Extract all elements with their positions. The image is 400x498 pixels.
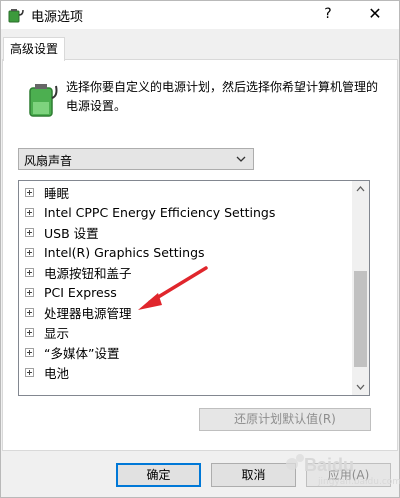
expand-plus-icon[interactable] [25,247,34,257]
power-plan-value: 风扇声音 [24,154,73,168]
restore-defaults-button[interactable]: 还原计划默认值(R) [199,408,371,431]
tree-item-label: 电源按钮和盖子 [44,265,132,281]
expand-plus-icon[interactable] [25,267,34,277]
plan-description: 选择你要自定义的电源计划，然后选择你希望计算机管理的电源设置。 [66,80,379,113]
tree-item-label: “多媒体”设置 [44,345,120,361]
expand-plus-icon[interactable] [25,187,34,197]
tree-item[interactable]: PCI Express [25,282,117,302]
power-options-app-icon [8,9,24,23]
tree-item[interactable]: 睡眠 [25,182,69,202]
ok-button[interactable]: 确定 [116,463,201,487]
tree-item-label: Intel CPPC Energy Efficiency Settings [44,204,276,220]
tree-item-label: 处理器电源管理 [44,305,132,321]
expand-plus-icon[interactable] [25,307,34,317]
tree-item[interactable]: 电池 [25,362,69,382]
tree-item-label: 电池 [44,365,70,381]
expand-plus-icon[interactable] [25,327,34,337]
window-title: 电源选项 [31,10,84,25]
tree-item-label: Intel(R) Graphics Settings [44,244,205,260]
battery-plan-icon [29,84,58,117]
watermark-brand: Baidu [304,455,355,475]
expand-plus-icon[interactable] [25,347,34,357]
tree-item[interactable]: 电源按钮和盖子 [25,262,132,282]
tree-item[interactable]: Intel(R) Graphics Settings [25,242,205,262]
tree-item-label: 睡眠 [44,185,70,201]
tree-item-label: 显示 [44,325,70,341]
power-plan-dropdown[interactable]: 风扇声音 [18,148,254,170]
tree-item[interactable]: 显示 [25,322,69,342]
scroll-down-arrow-icon[interactable] [352,378,369,395]
tree-item-label: USB 设置 [44,225,99,241]
scroll-thumb[interactable] [354,271,367,367]
power-settings-tree[interactable]: 睡眠 Intel CPPC Energy Efficiency Settings U… [18,180,370,396]
expand-plus-icon[interactable] [25,227,34,237]
title-bar: 电源选项 ? ✕ [1,1,399,29]
tree-item[interactable]: 处理器电源管理 [25,302,132,322]
chevron-down-icon [236,156,246,162]
watermark-url: jingyan.baidu.com [318,477,400,487]
scroll-up-arrow-icon[interactable] [352,181,369,198]
tree-item[interactable]: USB 设置 [25,222,99,242]
tab-advanced-settings[interactable]: 高级设置 [3,37,65,61]
tree-scrollbar[interactable] [352,181,369,395]
help-button[interactable]: ? [319,5,337,23]
tree-item[interactable]: “多媒体”设置 [25,342,119,362]
tree-item-label: PCI Express [44,284,117,300]
expand-plus-icon[interactable] [25,207,34,217]
close-button[interactable]: ✕ [363,3,387,25]
tree-item[interactable]: Intel CPPC Energy Efficiency Settings [25,202,275,222]
expand-plus-icon[interactable] [25,287,34,297]
expand-plus-icon[interactable] [25,367,34,377]
